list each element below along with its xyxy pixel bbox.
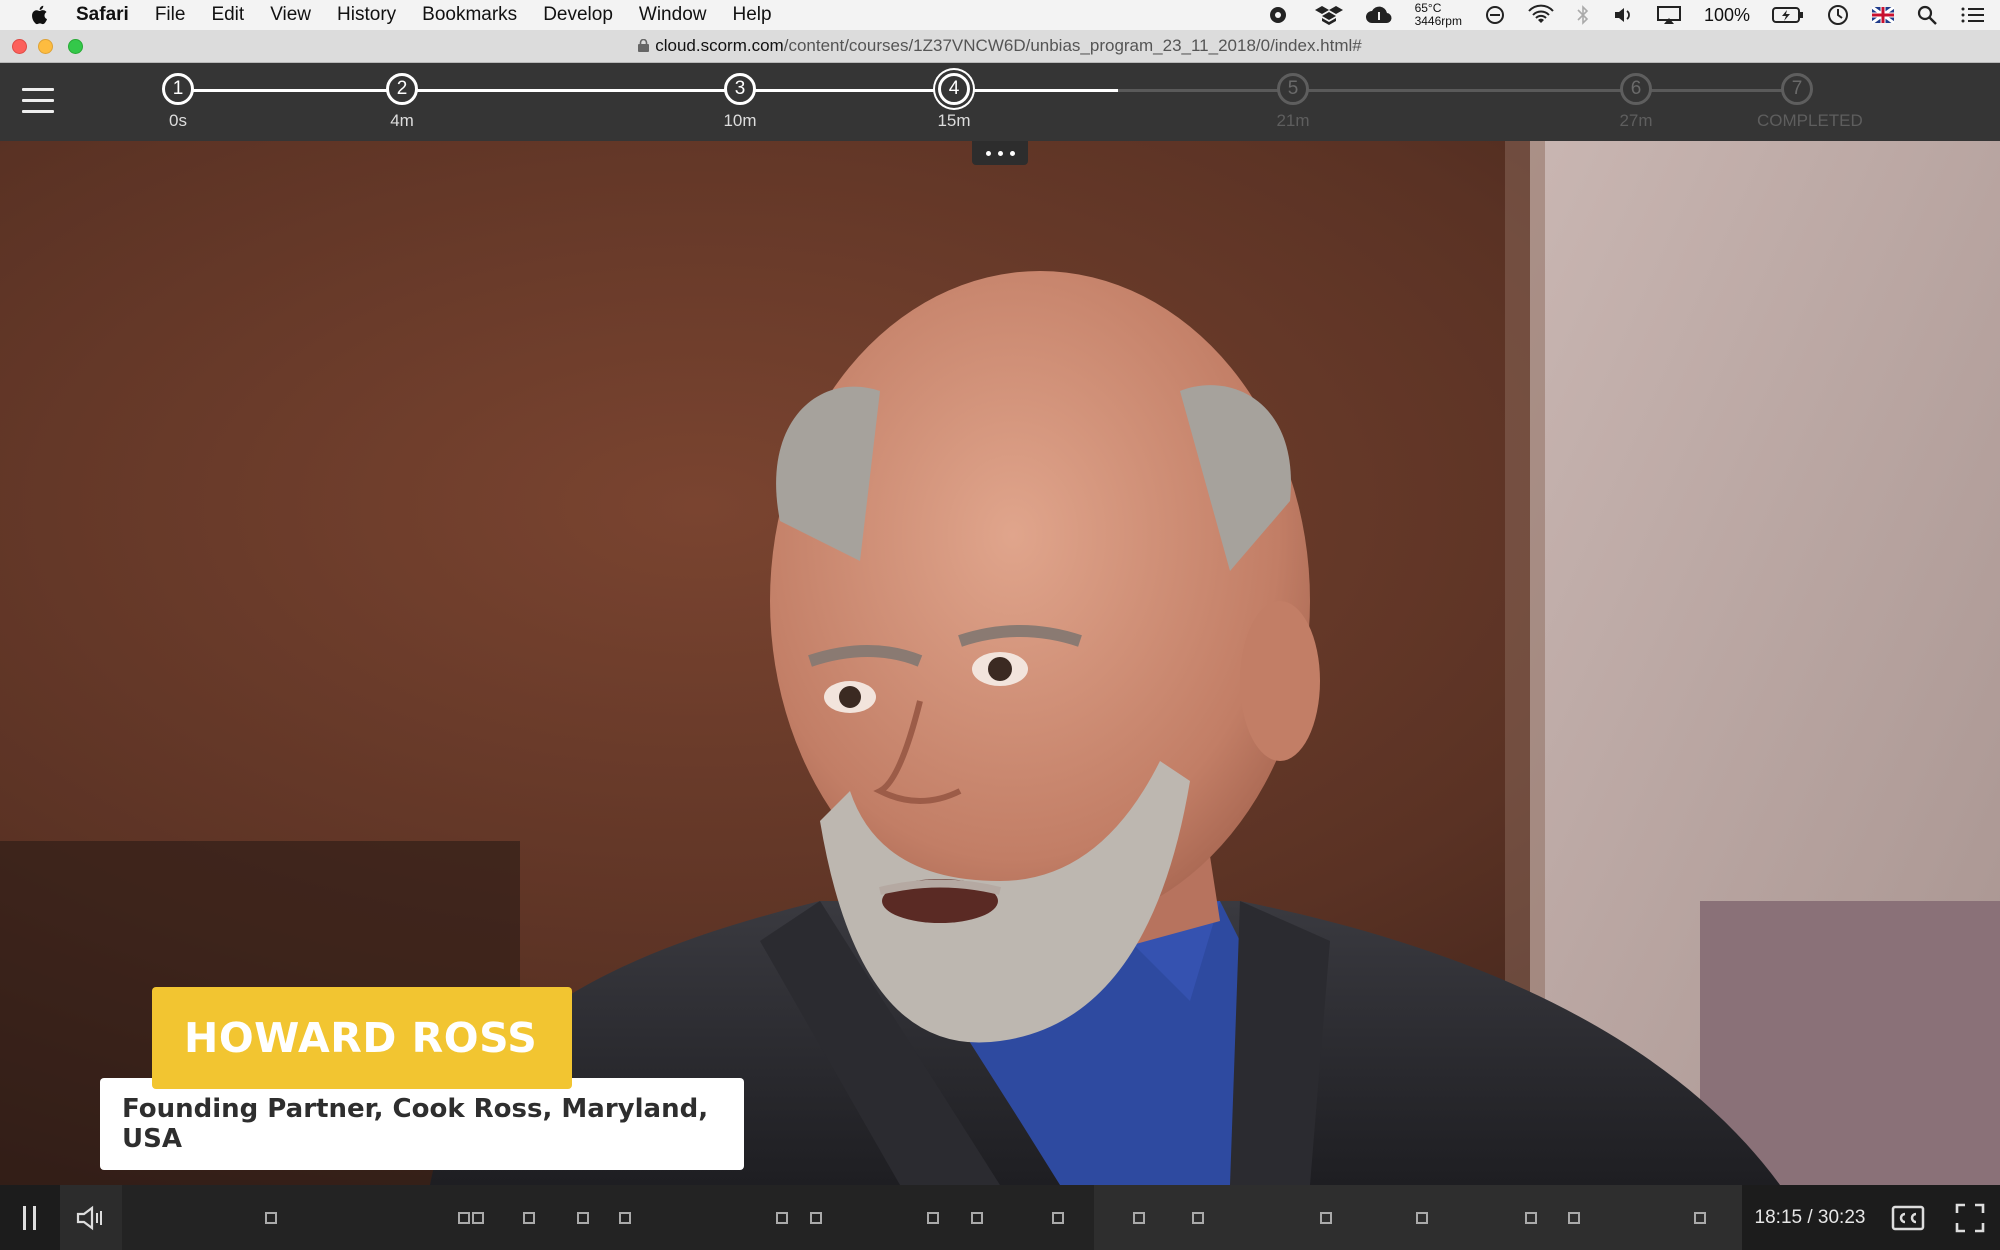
chapter-marker[interactable] xyxy=(1525,1212,1537,1224)
chapter-marker[interactable] xyxy=(1416,1212,1428,1224)
pause-button[interactable] xyxy=(0,1185,60,1250)
chapter-marker[interactable] xyxy=(1694,1212,1706,1224)
milestone-number: 2 xyxy=(386,73,418,105)
chapter-marker[interactable] xyxy=(1192,1212,1204,1224)
cc-icon xyxy=(1891,1205,1925,1230)
dropbox-icon[interactable] xyxy=(1314,4,1343,26)
course-progress-header: 1 0s 2 4m 3 10m 4 15m 5 21m 6 27m 7 COMPLETED xyxy=(0,63,2000,141)
milestone-label: COMPLETED xyxy=(1757,111,1863,130)
milestone-number: 4 xyxy=(938,73,970,105)
chapter-marker[interactable] xyxy=(1052,1212,1064,1224)
fullscreen-button[interactable] xyxy=(1948,1185,1992,1250)
clock-icon[interactable] xyxy=(1826,4,1850,26)
uk-flag-icon[interactable] xyxy=(1872,7,1894,23)
url-path: /content/courses/1Z37VNCW6D/unbias_progr… xyxy=(783,36,1362,55)
cloud-sync-icon[interactable] xyxy=(1365,4,1393,26)
milestone-4[interactable]: 4 15m xyxy=(914,73,994,131)
chapter-marker[interactable] xyxy=(1320,1212,1332,1224)
chapter-marker[interactable] xyxy=(1568,1212,1580,1224)
apple-logo-icon[interactable] xyxy=(28,3,52,27)
menu-bookmarks[interactable]: Bookmarks xyxy=(422,4,517,26)
milestone-number: 5 xyxy=(1277,73,1309,105)
notification-center-icon[interactable] xyxy=(1960,4,1986,26)
gear-cloud-icon[interactable] xyxy=(1263,4,1293,26)
wifi-icon[interactable] xyxy=(1528,4,1554,26)
milestone-label: 4m xyxy=(390,111,414,130)
volume-icon[interactable] xyxy=(1612,4,1634,26)
spotlight-search-icon[interactable] xyxy=(1916,4,1938,26)
menu-help[interactable]: Help xyxy=(732,4,771,26)
chapter-marker[interactable] xyxy=(927,1212,939,1224)
milestone-3[interactable]: 3 10m xyxy=(700,73,780,131)
fullscreen-icon xyxy=(1955,1203,1985,1232)
milestone-number: 1 xyxy=(162,73,194,105)
milestone-label: 21m xyxy=(1276,111,1310,130)
speaker-volume-icon xyxy=(76,1205,102,1230)
airplay-icon[interactable] xyxy=(1656,4,1682,26)
chapter-marker[interactable] xyxy=(1133,1212,1145,1224)
battery-icon[interactable] xyxy=(1772,5,1804,25)
chapter-marker[interactable] xyxy=(265,1212,277,1224)
speaker-title-banner: Founding Partner, Cook Ross, Maryland, U… xyxy=(100,1078,744,1170)
menu-window[interactable]: Window xyxy=(639,4,707,26)
speaker-name-banner: HOWARD ROSS xyxy=(152,987,572,1089)
milestone-5[interactable]: 5 21m xyxy=(1253,73,1333,131)
chapter-marker[interactable] xyxy=(810,1212,822,1224)
milestone-number: 6 xyxy=(1620,73,1652,105)
status-menu-area: 65°C 3446rpm 100% xyxy=(1263,0,1986,30)
milestone-label: 27m xyxy=(1619,111,1653,130)
menu-view[interactable]: View xyxy=(270,4,311,26)
chapter-marker[interactable] xyxy=(776,1212,788,1224)
chapter-marker[interactable] xyxy=(619,1212,631,1224)
chapter-marker[interactable] xyxy=(472,1212,484,1224)
milestone-number: 3 xyxy=(724,73,756,105)
more-options-button[interactable] xyxy=(972,141,1028,165)
milestone-6[interactable]: 6 27m xyxy=(1596,73,1676,131)
chapter-marker[interactable] xyxy=(971,1212,983,1224)
milestone-number: 7 xyxy=(1781,73,1813,105)
milestone-label: 10m xyxy=(723,111,757,130)
menu-file[interactable]: File xyxy=(155,4,186,26)
chapter-marker[interactable] xyxy=(577,1212,589,1224)
menu-develop[interactable]: Develop xyxy=(543,4,613,26)
time-display: 18:15 / 30:23 xyxy=(1754,1207,1866,1228)
url-field[interactable]: cloud.scorm.com/content/courses/1Z37VNCW… xyxy=(0,36,2000,56)
video-frame[interactable]: HOWARD ROSS Founding Partner, Cook Ross,… xyxy=(0,141,2000,1185)
safari-address-bar: cloud.scorm.com/content/courses/1Z37VNCW… xyxy=(0,30,2000,63)
milestone-label: 0s xyxy=(169,111,187,130)
milestone-2[interactable]: 2 4m xyxy=(362,73,442,131)
battery-percentage[interactable]: 100% xyxy=(1704,5,1750,26)
pause-icon xyxy=(23,1205,36,1230)
hamburger-menu-icon[interactable] xyxy=(22,88,54,114)
chapter-marker[interactable] xyxy=(523,1212,535,1224)
menu-app-name[interactable]: Safari xyxy=(76,4,129,26)
volume-button[interactable] xyxy=(60,1185,122,1250)
menu-history[interactable]: History xyxy=(337,4,396,26)
temperature-readout[interactable]: 65°C 3446rpm xyxy=(1415,2,1462,28)
macos-menu-bar: Safari File Edit View History Bookmarks … xyxy=(0,0,2000,30)
bluetooth-icon[interactable] xyxy=(1576,4,1590,26)
milestone-label: 15m xyxy=(937,111,971,130)
video-scrubber[interactable] xyxy=(122,1185,1742,1250)
url-host: cloud.scorm.com xyxy=(655,36,784,55)
do-not-disturb-icon[interactable] xyxy=(1484,4,1506,26)
fan-speed-value: 3446rpm xyxy=(1414,14,1462,28)
menu-edit[interactable]: Edit xyxy=(211,4,244,26)
chapter-marker[interactable] xyxy=(458,1212,470,1224)
milestone-7[interactable]: 7 COMPLETED xyxy=(1757,73,1863,131)
closed-captions-button[interactable] xyxy=(1888,1185,1928,1250)
lock-icon xyxy=(638,39,650,52)
video-player-controls: 18:15 / 30:23 xyxy=(0,1185,2000,1250)
milestone-1[interactable]: 1 0s xyxy=(138,73,218,131)
